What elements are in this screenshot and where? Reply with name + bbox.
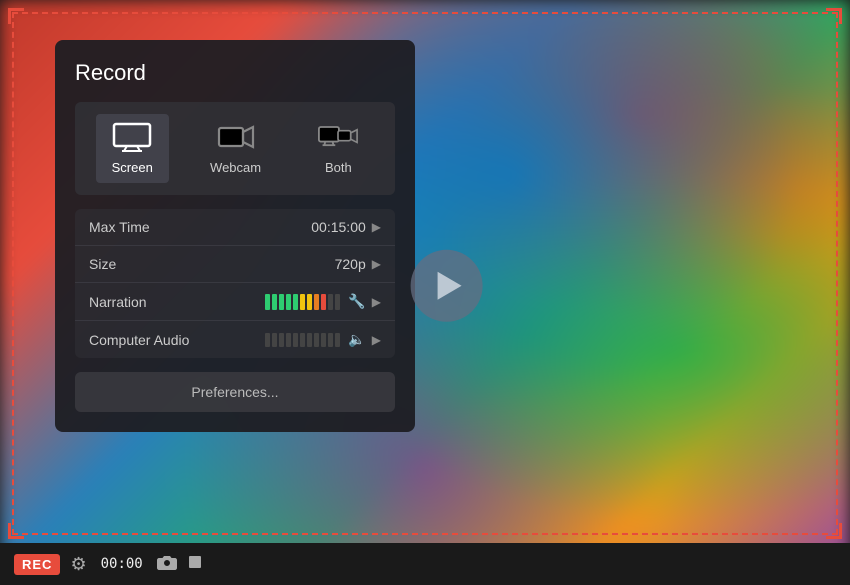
size-label: Size — [89, 256, 335, 272]
bar-11 — [335, 294, 340, 310]
max-time-value: 00:15:00 — [311, 219, 366, 235]
size-row[interactable]: Size 720p ▶ — [75, 246, 395, 283]
narration-level-bars — [265, 294, 340, 310]
bar-5 — [293, 294, 298, 310]
max-time-arrow: ▶ — [372, 220, 381, 234]
both-icon — [318, 122, 358, 152]
time-display: 00:00 — [101, 556, 143, 572]
size-arrow: ▶ — [372, 257, 381, 271]
screen-icon — [112, 122, 152, 152]
ab-8 — [314, 333, 319, 347]
source-option-both[interactable]: Both — [302, 114, 374, 183]
main-container: Record Screen — [0, 0, 850, 585]
ab-3 — [279, 333, 284, 347]
computer-audio-bars — [265, 333, 340, 347]
both-label: Both — [325, 160, 352, 175]
webcam-icon — [216, 122, 256, 152]
record-stop-button[interactable] — [187, 554, 203, 575]
bottom-toolbar: REC ⚙ 00:00 — [0, 543, 850, 585]
narration-arrow: ▶ — [372, 295, 381, 309]
bar-3 — [279, 294, 284, 310]
preferences-button[interactable]: Preferences... — [75, 372, 395, 412]
ab-6 — [300, 333, 305, 347]
ab-10 — [328, 333, 333, 347]
bar-9 — [321, 294, 326, 310]
mic-icon: 🔧 — [348, 293, 365, 310]
speaker-icon: 🔈 — [348, 331, 365, 348]
ab-4 — [286, 333, 291, 347]
ab-7 — [307, 333, 312, 347]
max-time-row[interactable]: Max Time 00:15:00 ▶ — [75, 209, 395, 246]
rec-badge: REC — [14, 554, 60, 575]
bar-8 — [314, 294, 319, 310]
play-button[interactable] — [411, 249, 483, 321]
bar-7 — [307, 294, 312, 310]
ab-1 — [265, 333, 270, 347]
camera-button[interactable] — [157, 554, 177, 575]
ab-9 — [321, 333, 326, 347]
webcam-label: Webcam — [210, 160, 261, 175]
ab-2 — [272, 333, 277, 347]
screen-label: Screen — [112, 160, 153, 175]
play-triangle-icon — [438, 271, 462, 299]
bar-4 — [286, 294, 291, 310]
computer-audio-label: Computer Audio — [89, 332, 265, 348]
panel-title: Record — [75, 60, 395, 86]
computer-audio-arrow: ▶ — [372, 333, 381, 347]
size-value: 720p — [335, 256, 366, 272]
computer-audio-row[interactable]: Computer Audio 🔈 ▶ — [75, 321, 395, 358]
ab-5 — [293, 333, 298, 347]
ab-11 — [335, 333, 340, 347]
settings-section: Max Time 00:15:00 ▶ Size 720p ▶ Narratio… — [75, 209, 395, 358]
source-option-screen[interactable]: Screen — [96, 114, 169, 183]
narration-label: Narration — [89, 294, 265, 310]
source-option-webcam[interactable]: Webcam — [194, 114, 277, 183]
bar-1 — [265, 294, 270, 310]
narration-row[interactable]: Narration 🔧 ▶ — [75, 283, 395, 321]
max-time-label: Max Time — [89, 219, 311, 235]
gear-button[interactable]: ⚙ — [70, 554, 86, 575]
bar-2 — [272, 294, 277, 310]
bar-10 — [328, 294, 333, 310]
source-selector: Screen Webcam — [75, 102, 395, 195]
bar-6 — [300, 294, 305, 310]
record-panel: Record Screen — [55, 40, 415, 432]
